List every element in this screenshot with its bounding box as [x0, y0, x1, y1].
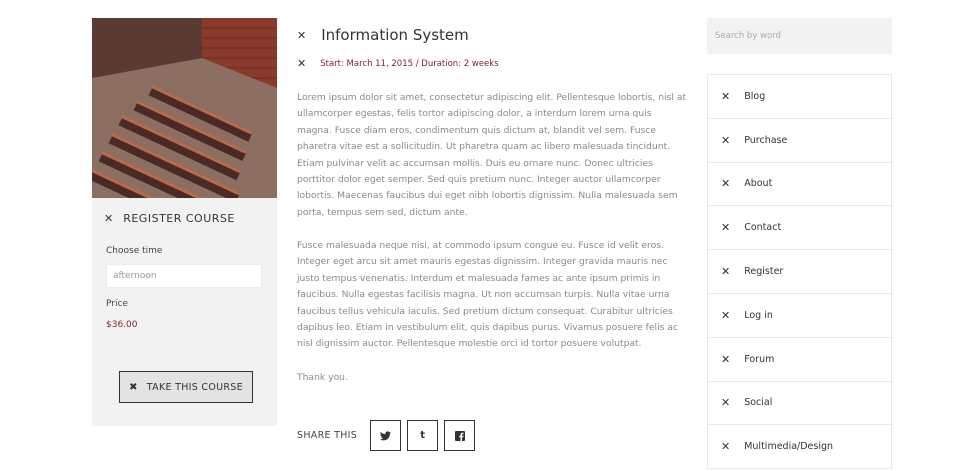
sidebar-item-multimedia[interactable]: ✕ Multimedia/Design	[708, 425, 891, 470]
twitter-icon[interactable]	[370, 420, 402, 451]
sidebar-item-label: Log in	[744, 309, 773, 321]
sidebar-item-about[interactable]: ✕ About	[708, 163, 891, 207]
facebook-icon[interactable]	[444, 420, 476, 451]
sidebar-item-label: About	[744, 178, 773, 190]
tumblr-icon[interactable]: t	[407, 420, 439, 451]
sidebar-item-label: Multimedia/Design	[744, 441, 834, 453]
sidebar-item-register[interactable]: ✕ Register	[708, 250, 891, 294]
share-label: SHARE THIS	[297, 430, 358, 441]
close-icon: ✕	[721, 89, 731, 103]
close-icon: ✕	[721, 440, 731, 454]
course-meta: Start: March 11, 2015 / Duration: 2 week…	[320, 58, 499, 69]
sidebar-item-label: Purchase	[744, 134, 788, 146]
close-icon: ✕	[104, 212, 114, 225]
sidebar-item-forum[interactable]: ✕ Forum	[708, 338, 891, 382]
register-heading: ✕ REGISTER COURSE	[104, 212, 235, 225]
share-bar: SHARE THIS t	[297, 420, 481, 451]
close-icon: ✕	[721, 352, 731, 366]
sidebar-item-blog[interactable]: ✕ Blog	[708, 75, 891, 119]
close-icon: ✕	[721, 396, 731, 410]
register-title: REGISTER COURSE	[123, 212, 235, 225]
sidebar-nav: ✕ Blog ✕ Purchase ✕ About ✕ Contact ✕ Registe…	[707, 74, 892, 470]
article-paragraph: Lorem ipsum dolor sit amet, consectetur …	[297, 92, 687, 218]
time-field[interactable]: afternoon	[106, 264, 262, 288]
sidebar-item-label: Contact	[744, 222, 782, 234]
sidebar-item-contact[interactable]: ✕ Contact	[708, 206, 891, 251]
sidebar-item-label: Register	[744, 266, 784, 278]
sidebar-item-social[interactable]: ✕ Social	[708, 382, 891, 426]
title-row: ✕ Information System	[297, 26, 469, 44]
sidebar-item-login[interactable]: ✕ Log in	[708, 294, 891, 338]
article-paragraph: Fusce malesuada neque nisi, at commodo i…	[297, 240, 679, 350]
close-icon: ✕	[297, 57, 307, 70]
close-icon: ✕	[721, 177, 731, 191]
page-title: Information System	[321, 26, 469, 44]
take-course-label: TAKE THIS COURSE	[146, 381, 243, 393]
sidebar-item-label: Blog	[744, 90, 766, 102]
sidebar-item-label: Forum	[744, 353, 775, 365]
tools-icon: ✖	[129, 381, 138, 393]
sidebar-item-label: Social	[744, 397, 773, 409]
lecture-hall-image	[92, 18, 277, 198]
close-icon: ✕	[721, 133, 731, 147]
price-label: Price	[106, 299, 128, 309]
close-icon: ✕	[721, 265, 731, 279]
article-paragraph: Thank you.	[297, 372, 348, 383]
close-icon: ✕	[721, 221, 731, 235]
close-icon: ✕	[297, 28, 307, 42]
price-value: $36.00	[106, 320, 138, 330]
course-panel: ✕ REGISTER COURSE Choose time afternoon …	[92, 18, 277, 426]
sidebar-item-purchase[interactable]: ✕ Purchase	[708, 119, 891, 163]
close-icon: ✕	[721, 308, 731, 322]
take-course-button[interactable]: ✖ TAKE THIS COURSE	[119, 371, 253, 403]
choose-time-label: Choose time	[106, 246, 163, 256]
search-input[interactable]	[707, 18, 892, 54]
meta-row: ✕ Start: March 11, 2015 / Duration: 2 we…	[297, 58, 499, 69]
